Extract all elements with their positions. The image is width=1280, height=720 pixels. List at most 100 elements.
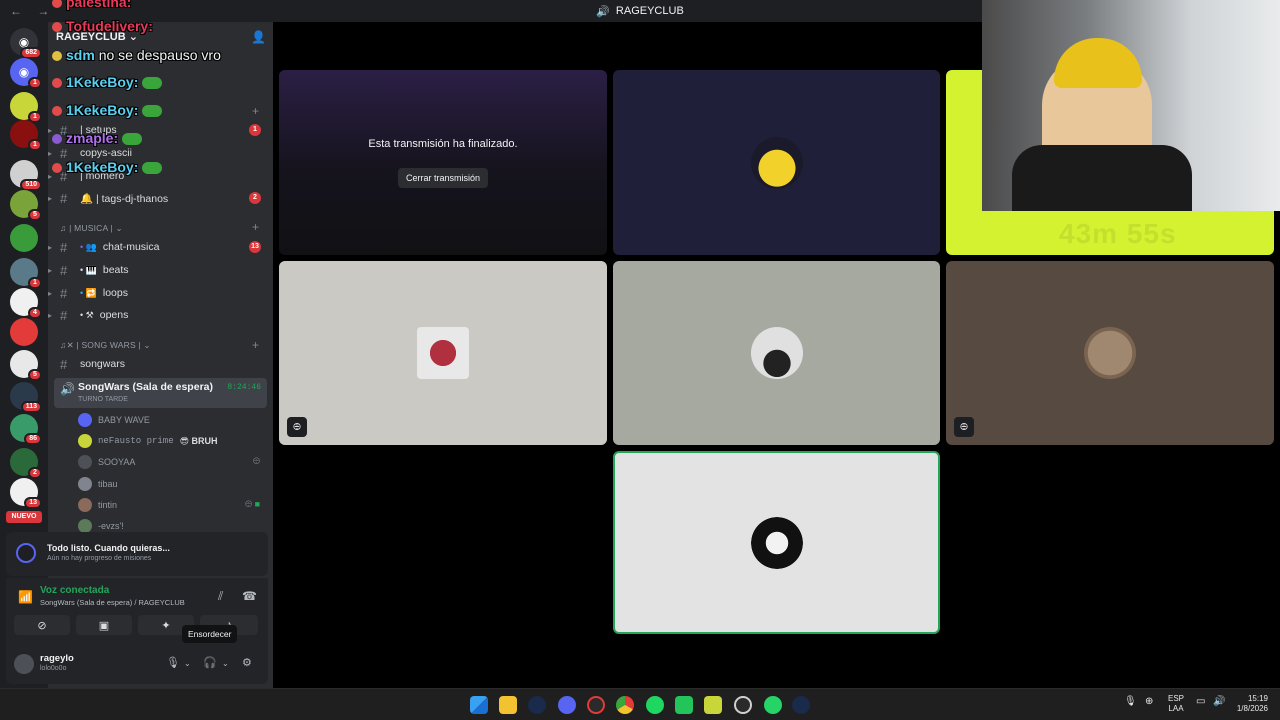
user-name[interactable]: rageylo xyxy=(40,653,74,664)
chat-message: zmaple: xyxy=(52,130,143,146)
music-note-icon: ♫ xyxy=(60,223,67,233)
add-channel-icon[interactable]: + xyxy=(252,220,259,234)
server-icon-discord[interactable]: ◉ 1 xyxy=(10,58,42,89)
mission-card[interactable]: Todo listo. Cuando quieras... Aún no hay… xyxy=(6,532,268,576)
participant-tile[interactable]: ⨸ xyxy=(279,261,607,445)
close-stream-button[interactable]: Cerrar transmisión xyxy=(397,168,489,188)
microphone-icon[interactable]: 🎙 xyxy=(166,656,180,669)
voice-connected-subtitle[interactable]: SongWars (Sala de espera) / RAGEYCLUB xyxy=(40,598,185,607)
collapse-arrow-icon: ▸ xyxy=(48,288,53,298)
whatsapp-icon[interactable] xyxy=(764,696,782,714)
volume-icon[interactable]: 🔊 xyxy=(1213,697,1225,707)
add-channel-icon[interactable]: + xyxy=(252,104,259,118)
server-icon-server-10[interactable] xyxy=(10,318,38,346)
app-icon[interactable] xyxy=(587,696,605,714)
server-icon-server-14[interactable]: 2 xyxy=(10,448,42,479)
category-musica[interactable]: ♫ | MUSICA | ⌄ xyxy=(60,223,123,234)
channel-loops[interactable]: ▸ # • 🔁 loops xyxy=(48,283,266,303)
server-icon-server-11[interactable]: 5 xyxy=(10,350,42,381)
folder-icon[interactable] xyxy=(499,696,517,714)
microphone-icon[interactable]: 🎙 xyxy=(1124,697,1137,707)
screen-share-button[interactable]: ▣ xyxy=(76,615,132,635)
hash-icon: # xyxy=(60,356,68,372)
steam-icon[interactable] xyxy=(528,696,546,714)
channel-beats[interactable]: ▸ # • 🎹 beats xyxy=(48,260,266,280)
add-channel-icon[interactable]: + xyxy=(252,338,259,352)
network-icon[interactable]: ⊕ xyxy=(1145,697,1153,707)
emote-icon xyxy=(142,162,163,175)
server-icon-server-13[interactable]: 86 xyxy=(10,414,42,445)
clock[interactable]: 15:19 1/8/2026 xyxy=(1232,694,1268,714)
noise-suppression-icon[interactable]: ⫽ xyxy=(218,589,223,604)
avatar xyxy=(417,327,469,379)
app-icon[interactable] xyxy=(704,696,722,714)
ccleaner-icon[interactable] xyxy=(734,696,752,714)
voice-user[interactable]: SOOYAA ⨸ xyxy=(78,453,266,471)
voice-connected-title[interactable]: Voz conectada xyxy=(40,585,109,596)
voice-channel-songwars[interactable]: 🔊 SongWars (Sala de espera) 8:24:46 TURN… xyxy=(54,378,267,408)
voice-user-name: SOOYAA xyxy=(98,457,136,467)
hash-icon: # xyxy=(60,239,68,255)
server-icon-server-8[interactable]: 1 xyxy=(10,258,42,289)
voice-user[interactable]: tintin ⨸ ■ xyxy=(78,496,266,514)
invite-icon[interactable]: 👤 xyxy=(251,30,266,44)
server-icon-server-7[interactable] xyxy=(10,224,38,252)
language-indicator[interactable]: ESP LAA xyxy=(1168,694,1184,714)
server-icon-server-12[interactable]: 113 xyxy=(10,382,42,413)
chrome-icon[interactable] xyxy=(616,696,634,714)
discord-app: ← → 🔊 RAGEYCLUB ◉ 682 ◉ 1 1 1 510 5 1 4 5 113 86 2 13 … xyxy=(0,0,1280,688)
steam-icon[interactable] xyxy=(792,696,810,714)
server-icon-server-4[interactable]: 1 xyxy=(10,120,42,151)
chat-message: 1KekeBoy: xyxy=(52,159,163,175)
kick-icon[interactable] xyxy=(675,696,693,714)
category-songwars[interactable]: ♫✕ | SONG WARS | ⌄ xyxy=(60,340,151,351)
participant-tile[interactable] xyxy=(613,70,940,255)
headphones-icon[interactable]: 🎧 xyxy=(203,656,217,669)
server-icon-server-6[interactable]: 5 xyxy=(10,190,42,221)
channel-songwars[interactable]: # songwars xyxy=(60,354,266,374)
participant-tile[interactable]: ⨸ xyxy=(946,261,1274,445)
gear-icon[interactable]: ⚙ xyxy=(242,656,252,669)
avatar[interactable] xyxy=(14,654,34,674)
channel-tags-dj-thanos[interactable]: ▸ # 🔔 | tags-dj-thanos 2 xyxy=(48,188,266,208)
display-icon[interactable]: ▭ xyxy=(1196,697,1205,707)
server-icon-home[interactable]: ◉ 682 xyxy=(10,28,42,59)
unread-badge: 2 xyxy=(28,467,42,479)
server-icon-stereo[interactable]: 4 xyxy=(10,288,42,319)
channel-opens[interactable]: ▸ # • ⚒ opens xyxy=(48,305,266,325)
participant-tile-speaking[interactable] xyxy=(613,451,940,634)
avatar xyxy=(1084,327,1136,379)
stream-tile-ended[interactable]: Esta transmisión ha finalizado. Cerrar t… xyxy=(279,70,607,255)
hash-icon: # xyxy=(60,262,68,278)
voice-user[interactable]: neFausto prime 😎 BRUH xyxy=(78,432,266,450)
channel-chat-musica[interactable]: ▸ # • 👥 chat-musica 13 xyxy=(48,237,266,257)
start-icon[interactable] xyxy=(470,696,488,714)
avatar xyxy=(78,519,92,533)
camera-button[interactable]: ⊘ xyxy=(14,615,70,635)
webcam-feed xyxy=(982,0,1280,211)
spotify-icon[interactable] xyxy=(646,696,664,714)
screen-share-icon: ▣ xyxy=(98,619,110,632)
server-icon-server-15[interactable]: 13 xyxy=(10,478,42,509)
chat-message: sdm no se despauso vro xyxy=(52,47,221,63)
disconnect-icon[interactable]: ☎ xyxy=(242,589,257,603)
chevron-down-icon[interactable]: ⌄ xyxy=(222,659,229,668)
participant-tile[interactable] xyxy=(613,261,940,445)
avatar xyxy=(78,498,92,512)
signal-icon[interactable]: 📶 xyxy=(18,590,33,604)
voice-user[interactable]: BABY WAVE xyxy=(78,411,266,429)
server-icon-server-5[interactable]: 510 xyxy=(10,160,42,191)
collapse-arrow-icon: ▸ xyxy=(48,310,53,320)
discord-icon[interactable] xyxy=(558,696,576,714)
voice-user-tag: 😎 BRUH xyxy=(179,435,218,446)
stream-ended-message: Esta transmisión ha finalizado. xyxy=(368,138,518,150)
voice-user[interactable]: tibau xyxy=(78,475,266,493)
user-tag[interactable]: lolo0o0o xyxy=(40,665,66,672)
chevron-down-icon[interactable]: ⌄ xyxy=(184,659,191,668)
tools-icon: • ⚒ xyxy=(80,309,94,320)
muted-icon: ⨸ ■ xyxy=(244,499,260,509)
nav-arrows[interactable]: ← → xyxy=(10,4,55,18)
server-icon-server-3[interactable]: 1 xyxy=(10,92,42,123)
chat-message: palestina: xyxy=(52,0,131,10)
avatar xyxy=(78,477,92,491)
